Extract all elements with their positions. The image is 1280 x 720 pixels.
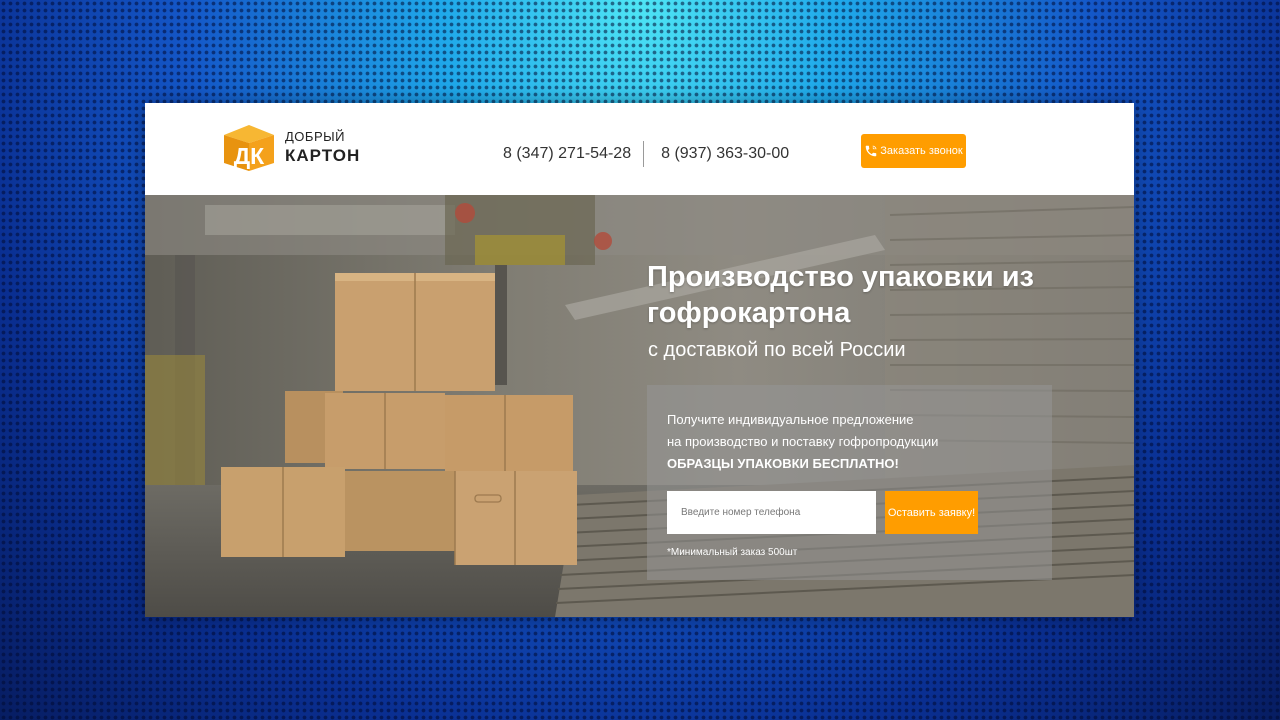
logo-line-1: ДОБРЫЙ	[285, 129, 345, 144]
hero-subtitle: с доставкой по всей России	[648, 339, 906, 361]
offer-highlight: ОБРАЗЦЫ УПАКОВКИ БЕСПЛАТНО!	[667, 456, 899, 471]
order-call-label: Заказать звонок	[880, 145, 963, 157]
phone-number-1[interactable]: 8 (347) 271-54-28	[503, 145, 631, 163]
logo[interactable]: ДК ДОБРЫЙ КАРТОН	[220, 121, 370, 173]
offer-line-1: Получите индивидуальное предложение	[667, 412, 914, 427]
phone-numbers: 8 (347) 271-54-28 8 (937) 363-30-00	[503, 141, 789, 167]
order-call-button[interactable]: Заказать звонок	[861, 134, 966, 168]
site-header: ДК ДОБРЫЙ КАРТОН 8 (347) 271-54-28 8 (93…	[145, 103, 1134, 195]
logo-wordmark: ДОБРЫЙ КАРТОН	[285, 130, 360, 164]
logo-mark-icon: ДК	[224, 125, 274, 171]
submit-request-button[interactable]: Оставить заявку!	[885, 491, 978, 534]
offer-line-2: на производство и поставку гофропродукци…	[667, 434, 939, 449]
website-frame: ДК ДОБРЫЙ КАРТОН 8 (347) 271-54-28 8 (93…	[145, 103, 1134, 617]
logo-line-2: КАРТОН	[285, 146, 361, 165]
phone-number-2[interactable]: 8 (937) 363-30-00	[661, 145, 789, 163]
phone-input[interactable]	[667, 491, 876, 534]
logo-mark-text: ДК	[234, 143, 265, 169]
phone-icon	[866, 145, 877, 157]
offer-text: Получите индивидуальное предложение на п…	[667, 409, 938, 475]
hero-title: Производство упаковки из гофрокартона	[647, 261, 1034, 329]
lead-form-panel: Получите индивидуальное предложение на п…	[647, 385, 1052, 580]
phone-divider	[643, 141, 645, 167]
minimum-order-note: *Минимальный заказ 500шт	[667, 547, 798, 558]
hero-section: Производство упаковки из гофрокартона с …	[145, 195, 1134, 617]
